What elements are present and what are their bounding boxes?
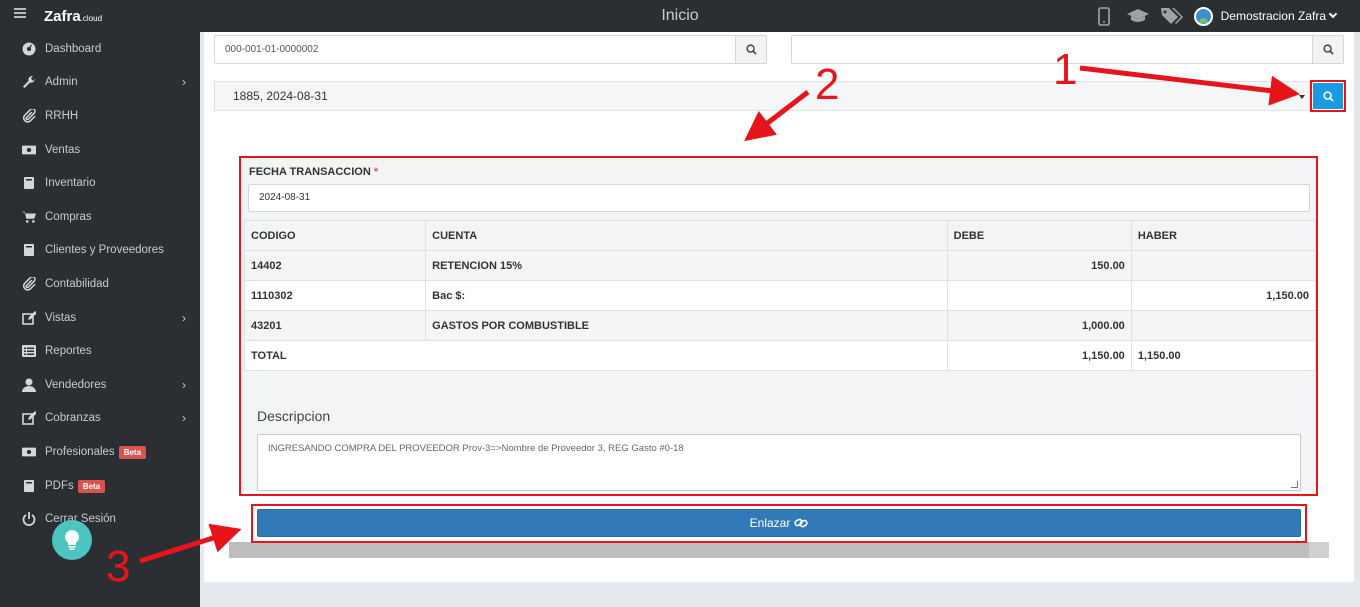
annotation-arrows [139, 65, 1300, 564]
annotation-arrow-2 [744, 90, 810, 142]
annotation-arrow-1 [1079, 65, 1300, 106]
annotation-arrow-3 [139, 523, 242, 564]
